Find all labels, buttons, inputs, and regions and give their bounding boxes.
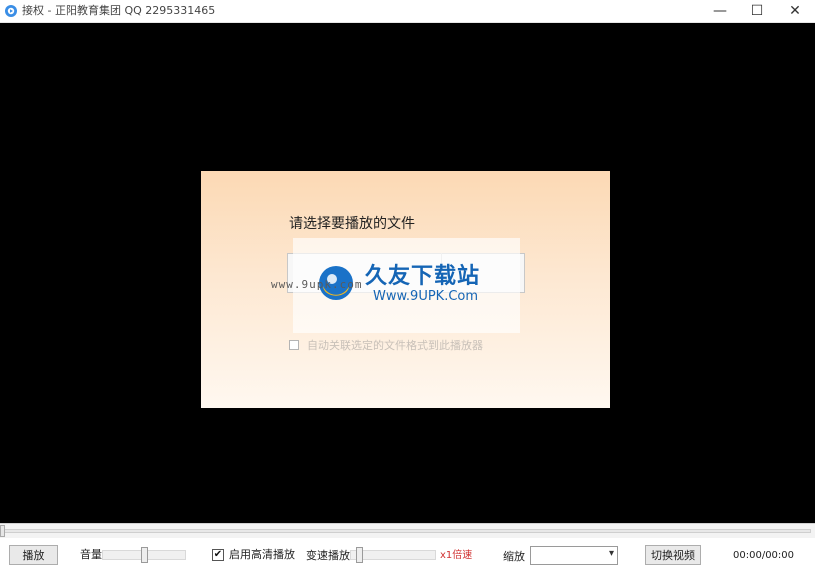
video-area[interactable]: 请选择要播放的文件 www.9upk.com 久友下载站 Www.9UPK.Co…	[0, 23, 815, 523]
zoom-label: 缩放	[503, 550, 525, 563]
watermark-url-left: www.9upk.com	[271, 278, 363, 291]
control-bar: 播放 音量 ✔ 启用高清播放 变速播放 x1倍速 缩放 ▾ 切换视频 00:00…	[0, 538, 815, 569]
seek-track[interactable]	[2, 529, 811, 533]
close-icon: ✕	[789, 3, 801, 19]
auto-associate-checkbox[interactable]	[289, 340, 299, 350]
zoom-select[interactable]: ▾	[530, 546, 618, 565]
watermark-title: 久友下载站	[365, 264, 481, 289]
time-display: 00:00/00:00	[733, 550, 795, 561]
app-icon	[5, 5, 17, 17]
maximize-icon: ☐	[750, 3, 764, 19]
open-file-prompt: 请选择要播放的文件	[289, 216, 415, 232]
auto-associate-label: 自动关联选定的文件格式到此播放器	[307, 339, 483, 352]
speed-label: 变速播放	[306, 549, 350, 562]
close-button[interactable]: ✕	[775, 0, 815, 22]
open-file-panel: 请选择要播放的文件 www.9upk.com 久友下载站 Www.9UPK.Co…	[201, 171, 610, 408]
checkmark-icon: ✔	[213, 549, 223, 560]
window-title: 接权 - 正阳教育集团 QQ 2295331465	[22, 4, 216, 17]
speed-slider-thumb[interactable]	[356, 547, 364, 563]
seek-thumb[interactable]	[0, 525, 5, 537]
hd-label: 启用高清播放	[229, 548, 295, 561]
switch-video-button[interactable]: 切换视频	[645, 545, 701, 565]
volume-slider-thumb[interactable]	[140, 547, 148, 563]
volume-label: 音量	[80, 548, 102, 561]
title-bar: 接权 - 正阳教育集团 QQ 2295331465 — ☐ ✕	[0, 0, 815, 23]
speed-value: x1倍速	[440, 550, 473, 561]
hd-checkbox[interactable]: ✔	[212, 549, 224, 561]
maximize-button[interactable]: ☐	[737, 0, 777, 22]
watermark: www.9upk.com 久友下载站 Www.9UPK.Com	[271, 238, 520, 333]
watermark-url: Www.9UPK.Com	[373, 289, 479, 304]
play-button[interactable]: 播放	[9, 545, 58, 565]
auto-associate-option[interactable]: 自动关联选定的文件格式到此播放器	[289, 337, 483, 353]
seek-bar[interactable]	[0, 523, 815, 538]
chevron-down-icon: ▾	[608, 548, 614, 559]
minimize-icon: —	[713, 3, 727, 19]
minimize-button[interactable]: —	[700, 0, 740, 22]
